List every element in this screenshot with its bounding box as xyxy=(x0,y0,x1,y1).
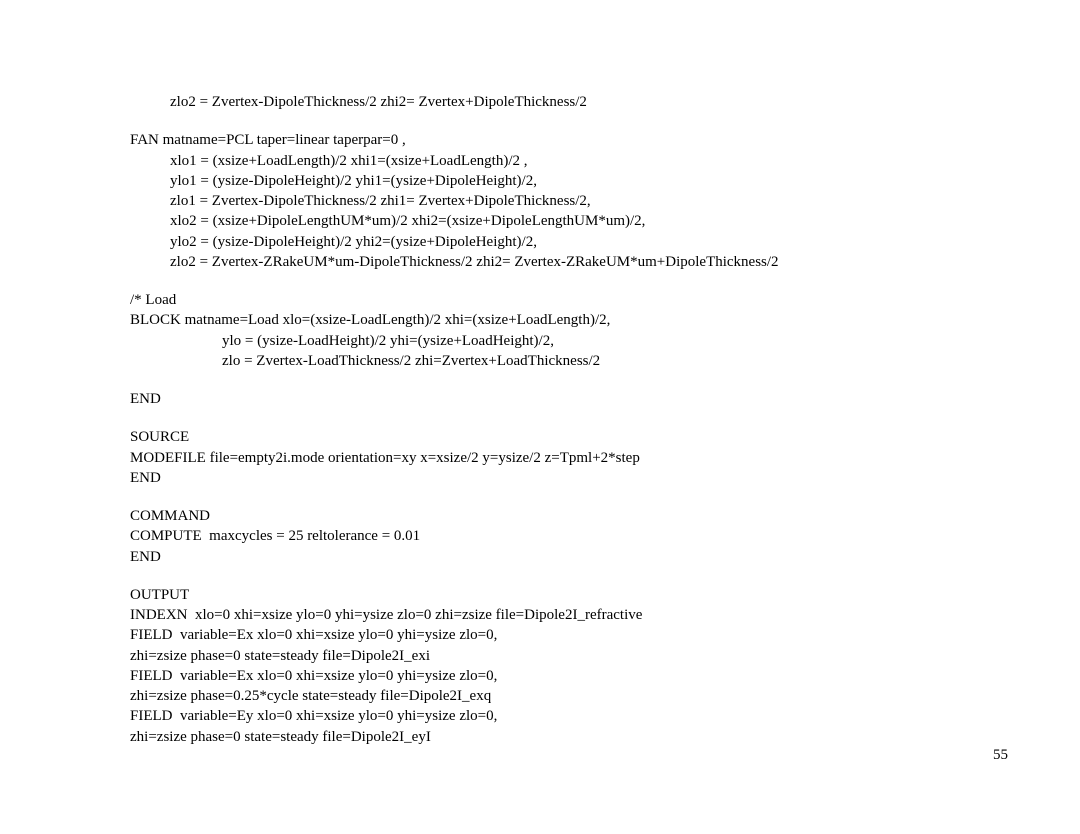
blank-line xyxy=(130,371,950,389)
blank-line xyxy=(130,112,950,130)
code-line: COMMAND xyxy=(130,506,950,526)
code-line: zlo2 = Zvertex-DipoleThickness/2 zhi2= Z… xyxy=(130,92,950,112)
code-line: FAN matname=PCL taper=linear taperpar=0 … xyxy=(130,130,950,150)
code-line: MODEFILE file=empty2i.mode orientation=x… xyxy=(130,448,950,468)
blank-line xyxy=(130,272,950,290)
code-line: ylo2 = (ysize-DipoleHeight)/2 yhi2=(ysiz… xyxy=(130,232,950,252)
code-line: xlo1 = (xsize+LoadLength)/2 xhi1=(xsize+… xyxy=(130,151,950,171)
code-line: END xyxy=(130,389,950,409)
blank-line xyxy=(130,409,950,427)
code-line: zhi=zsize phase=0 state=steady file=Dipo… xyxy=(130,727,950,747)
code-line: xlo2 = (xsize+DipoleLengthUM*um)/2 xhi2=… xyxy=(130,211,950,231)
blank-line xyxy=(130,567,950,585)
code-line: INDEXN xlo=0 xhi=xsize ylo=0 yhi=ysize z… xyxy=(130,605,950,625)
code-line: zhi=zsize phase=0 state=steady file=Dipo… xyxy=(130,646,950,666)
code-line: ylo = (ysize-LoadHeight)/2 yhi=(ysize+Lo… xyxy=(130,331,950,351)
code-line: OUTPUT xyxy=(130,585,950,605)
page-number: 55 xyxy=(993,747,1008,764)
code-line: END xyxy=(130,547,950,567)
code-line: ylo1 = (ysize-DipoleHeight)/2 yhi1=(ysiz… xyxy=(130,171,950,191)
code-line: zhi=zsize phase=0.25*cycle state=steady … xyxy=(130,686,950,706)
code-line: /* Load xyxy=(130,290,950,310)
code-line: SOURCE xyxy=(130,427,950,447)
code-line: zlo2 = Zvertex-ZRakeUM*um-DipoleThicknes… xyxy=(130,252,950,272)
code-line: FIELD variable=Ey xlo=0 xhi=xsize ylo=0 … xyxy=(130,706,950,726)
document-page: zlo2 = Zvertex-DipoleThickness/2 zhi2= Z… xyxy=(0,0,1080,807)
code-line: END xyxy=(130,468,950,488)
blank-line xyxy=(130,488,950,506)
code-line: zlo = Zvertex-LoadThickness/2 zhi=Zverte… xyxy=(130,351,950,371)
code-line: FIELD variable=Ex xlo=0 xhi=xsize ylo=0 … xyxy=(130,666,950,686)
code-line: BLOCK matname=Load xlo=(xsize-LoadLength… xyxy=(130,310,950,330)
code-line: FIELD variable=Ex xlo=0 xhi=xsize ylo=0 … xyxy=(130,625,950,645)
code-line: COMPUTE maxcycles = 25 reltolerance = 0.… xyxy=(130,526,950,546)
code-line: zlo1 = Zvertex-DipoleThickness/2 zhi1= Z… xyxy=(130,191,950,211)
